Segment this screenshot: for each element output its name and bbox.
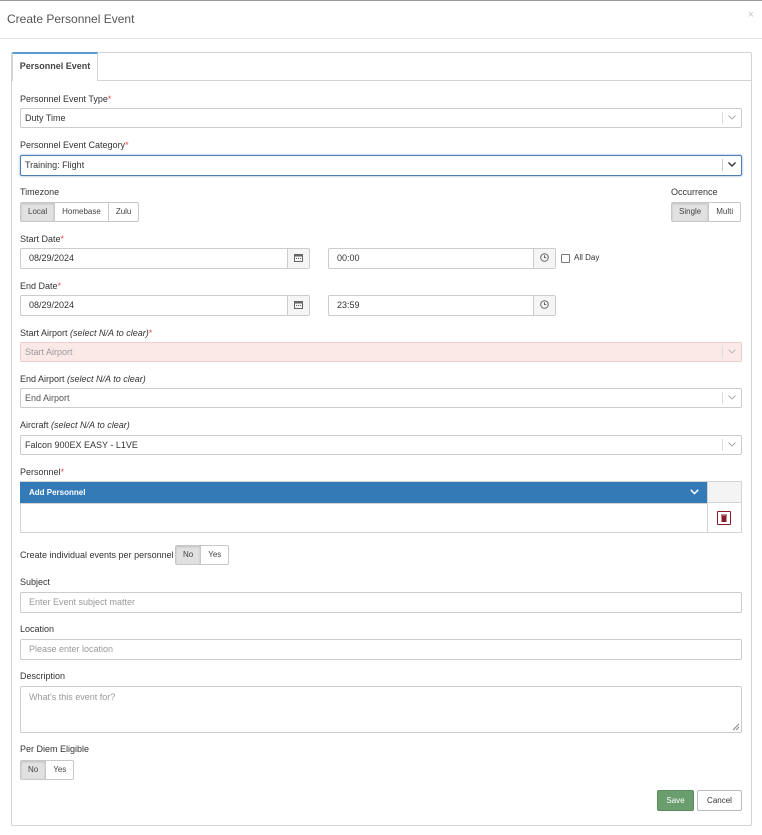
trash-icon (721, 514, 727, 522)
end-date-input[interactable]: 08/29/2024 (20, 295, 310, 316)
header-divider (0, 38, 762, 39)
start-date-label: Start Date* (20, 234, 64, 244)
timezone-homebase-button[interactable]: Homebase (54, 203, 108, 221)
tab-divider (12, 80, 751, 81)
personnel-row-divider (20, 503, 707, 504)
per-diem-toggle: No Yes (20, 760, 75, 780)
end-date-value: 08/29/2024 (29, 300, 75, 310)
chevron-down-icon (722, 112, 741, 124)
location-input[interactable]: Please enter location (20, 639, 742, 660)
occurrence-toggle: Single Multi (671, 202, 742, 222)
calendar-icon[interactable] (287, 296, 309, 315)
personnel-header-cell (707, 482, 741, 503)
per-diem-label: Per Diem Eligible (20, 744, 90, 754)
calendar-icon[interactable] (287, 249, 309, 268)
chevron-down-icon (722, 346, 741, 358)
end-time-value: 23:59 (337, 300, 360, 310)
individual-events-label: Create individual events per personnel (20, 550, 174, 560)
personnel-label-text: Personnel (20, 467, 61, 477)
delete-personnel-button[interactable] (717, 511, 731, 525)
start-airport-placeholder: Start Airport (25, 347, 73, 357)
required-marker: * (107, 94, 112, 104)
subject-placeholder: Enter Event subject matter (29, 597, 136, 607)
per-diem-no-button[interactable]: No (21, 761, 46, 779)
occurrence-single-button[interactable]: Single (672, 203, 709, 221)
end-airport-label-text: End Airport (20, 374, 65, 384)
resize-handle-icon[interactable] (732, 723, 740, 731)
description-placeholder: What's this event for? (29, 692, 116, 702)
personnel-column-divider (707, 503, 708, 532)
aircraft-value: Falcon 900EX EASY - L1VE (25, 440, 138, 450)
window-top-border (0, 0, 762, 1)
cancel-button[interactable]: Cancel (697, 790, 742, 811)
subject-label: Subject (20, 577, 51, 587)
start-date-input[interactable]: 08/29/2024 (20, 248, 310, 269)
event-type-label: Personnel Event Type* (20, 94, 111, 104)
required-marker: * (57, 281, 62, 291)
event-category-label-text: Personnel Event Category (20, 140, 126, 150)
close-icon[interactable]: × (748, 9, 754, 21)
location-label: Location (20, 624, 55, 634)
timezone-label: Timezone (20, 187, 60, 197)
individual-events-toggle: No Yes (175, 545, 230, 565)
event-category-label: Personnel Event Category* (20, 140, 129, 150)
occurrence-label: Occurrence (671, 187, 718, 197)
chevron-down-icon (690, 489, 699, 495)
aircraft-hint: (select N/A to clear) (51, 420, 130, 430)
save-button[interactable]: Save (657, 790, 694, 811)
add-personnel-label: Add Personnel (29, 488, 86, 497)
end-date-label: End Date* (20, 281, 61, 291)
timezone-local-button[interactable]: Local (21, 203, 55, 221)
clock-icon[interactable] (533, 249, 555, 268)
end-airport-select[interactable]: End Airport (20, 388, 742, 408)
individual-events-no-button[interactable]: No (176, 546, 201, 564)
end-airport-label: End Airport (select N/A to clear) (20, 374, 146, 384)
occurrence-multi-button[interactable]: Multi (708, 203, 740, 221)
event-type-label-text: Personnel Event Type (20, 94, 108, 104)
chevron-down-icon (722, 392, 741, 404)
tab-personnel-event[interactable]: Personnel Event (12, 52, 98, 81)
start-date-label-text: Start Date (20, 234, 61, 244)
start-airport-hint: (select N/A to clear) (70, 328, 149, 338)
description-textarea[interactable]: What's this event for? (20, 686, 742, 733)
modal-title: Create Personnel Event (7, 12, 135, 26)
aircraft-select[interactable]: Falcon 900EX EASY - L1VE (20, 435, 742, 455)
end-airport-hint: (select N/A to clear) (67, 374, 146, 384)
description-label: Description (20, 671, 66, 681)
chevron-down-icon (722, 439, 741, 451)
location-placeholder: Please enter location (29, 644, 114, 654)
start-date-value: 08/29/2024 (29, 253, 75, 263)
all-day-checkbox[interactable] (561, 254, 570, 263)
end-date-label-text: End Date (20, 281, 58, 291)
event-type-select[interactable]: Duty Time (20, 108, 742, 128)
event-category-select[interactable]: Training: Flight (20, 155, 742, 176)
aircraft-label: Aircraft (select N/A to clear) (20, 420, 130, 430)
end-airport-placeholder: End Airport (25, 393, 70, 403)
required-marker: * (60, 467, 65, 477)
start-time-input[interactable]: 00:00 (328, 248, 556, 269)
required-marker: * (60, 234, 65, 244)
start-airport-select[interactable]: Start Airport (20, 342, 742, 362)
timezone-toggle: Local Homebase Zulu (20, 202, 140, 222)
event-type-value: Duty Time (25, 113, 66, 123)
start-time-value: 00:00 (337, 253, 360, 263)
add-personnel-dropdown[interactable]: Add Personnel (20, 482, 707, 503)
required-marker: * (125, 140, 129, 150)
event-category-value: Training: Flight (25, 160, 85, 170)
required-marker: * (148, 328, 153, 338)
end-time-input[interactable]: 23:59 (328, 295, 556, 316)
individual-events-yes-button[interactable]: Yes (200, 546, 228, 564)
start-airport-label: Start Airport (select N/A to clear)* (20, 328, 152, 338)
personnel-label: Personnel* (20, 467, 64, 477)
clock-icon[interactable] (533, 296, 555, 315)
subject-input[interactable]: Enter Event subject matter (20, 592, 742, 613)
aircraft-label-text: Aircraft (20, 420, 49, 430)
per-diem-yes-button[interactable]: Yes (45, 761, 73, 779)
all-day-label: All Day (574, 253, 600, 262)
chevron-down-icon (722, 159, 741, 171)
start-airport-label-text: Start Airport (20, 328, 68, 338)
timezone-zulu-button[interactable]: Zulu (107, 203, 139, 221)
